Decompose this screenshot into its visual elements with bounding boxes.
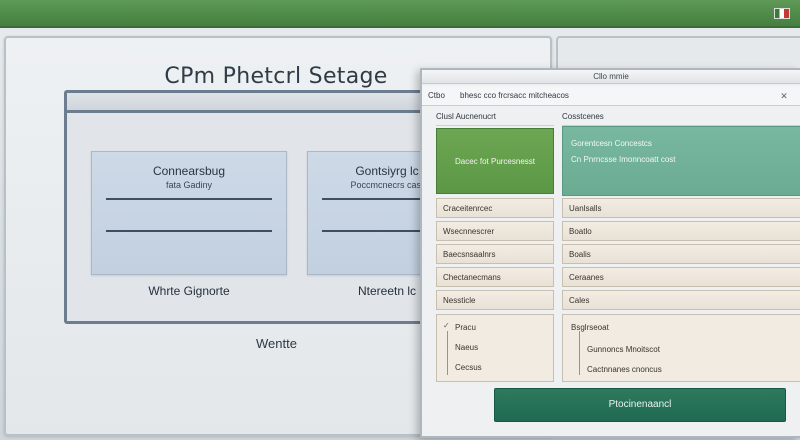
teal-tile-title: Gorentcesn Concestcs: [571, 139, 652, 148]
card-footer: Whrte Gignorte: [148, 284, 230, 298]
list-item[interactable]: Wsecnnescrer: [436, 221, 554, 241]
list-item-label: Boalis: [569, 250, 591, 259]
flag-icon: [774, 8, 790, 19]
inner-panel-bar: [67, 93, 441, 113]
card-field-line[interactable]: [106, 198, 272, 200]
list-item[interactable]: Cales: [562, 290, 800, 310]
list-item-label: Cales: [569, 296, 590, 305]
list-item-label: Craceitenrcec: [443, 204, 493, 213]
inner-panel: Connearsbug fata Gadiny Whrte Gignorte G…: [64, 90, 467, 324]
toolbar-left-text[interactable]: Ctbo: [428, 91, 445, 100]
list-item[interactable]: Chectanecmans: [436, 267, 554, 287]
close-icon[interactable]: ✕: [778, 90, 790, 102]
dialog-toolbar: Ctbo bhesc cco frcrsacc mitcheacos ✕: [422, 86, 800, 106]
toolbar-path-text[interactable]: bhesc cco frcrsacc mitcheacos: [460, 91, 569, 100]
list-item-label: Ceraanes: [569, 273, 604, 282]
list-item-label: Baecsnsaalnrs: [443, 250, 496, 259]
list-item[interactable]: Baecsnsaalnrs: [436, 244, 554, 264]
list-item-label: Boatlo: [569, 227, 592, 236]
tree-connector: [579, 331, 580, 375]
top-title-bar: [0, 0, 800, 28]
list-item-label: Uanlsalls: [569, 204, 602, 213]
list-item[interactable]: Uanlsalls: [562, 198, 800, 218]
card-left[interactable]: Connearsbug fata Gadiny Whrte Gignorte: [91, 151, 287, 298]
check-icon[interactable]: ✓: [443, 321, 450, 330]
section-label-left: Clusl Aucnenucrt: [436, 112, 554, 126]
tree-panel-right: Bsglrseoat Gunnoncs Mnoitscot Cactnnanes…: [562, 314, 800, 382]
section-label-right: Cosstcenes: [562, 112, 800, 126]
tree-item[interactable]: Cactnnanes cnoncus: [587, 365, 662, 374]
tree-item[interactable]: Pracu: [455, 323, 476, 332]
dialog-title: Cllo mmie: [593, 72, 629, 81]
tree-item[interactable]: Gunnoncs Mnoitscot: [587, 345, 660, 354]
list-item[interactable]: Boatlo: [562, 221, 800, 241]
card-title: Connearsbug: [152, 164, 226, 178]
list-item[interactable]: Boalis: [562, 244, 800, 264]
list-item[interactable]: Nessticle: [436, 290, 554, 310]
tree-connector: [447, 331, 448, 375]
primary-action-button[interactable]: Ptocinenaancl: [494, 388, 786, 422]
teal-tile-subtitle: Cn Pnrncsse Imonncoatt cost: [571, 155, 676, 164]
write-label[interactable]: Wentte: [256, 336, 297, 351]
tree-item[interactable]: Bsglrseoat: [571, 323, 609, 332]
dialog-titlebar: Cllo mmie: [422, 70, 800, 84]
green-tile[interactable]: Dacec fot Purcesnesst: [436, 128, 554, 194]
teal-tile[interactable]: Gorentcesn Concestcs Cn Pnrncsse Imonnco…: [562, 126, 800, 196]
card-subtitle: fata Gadiny: [165, 180, 213, 190]
tree-item[interactable]: Cecsus: [455, 363, 482, 372]
list-item-label: Nessticle: [443, 296, 476, 305]
tree-item[interactable]: Naeus: [455, 343, 478, 352]
list-item[interactable]: Craceitenrcec: [436, 198, 554, 218]
card-field-line[interactable]: [106, 230, 272, 232]
list-item-label: Wsecnnescrer: [443, 227, 495, 236]
dialog-window: Cllo mmie Ctbo bhesc cco frcrsacc mitche…: [420, 68, 800, 438]
list-item[interactable]: Ceraanes: [562, 267, 800, 287]
page-title: CPm Phetcrl Setage: [164, 64, 388, 89]
tree-panel-left: ✓ Pracu Naeus Cecsus: [436, 314, 554, 382]
list-item-label: Chectanecmans: [443, 273, 501, 282]
green-tile-label: Dacec fot Purcesnesst: [454, 157, 536, 166]
